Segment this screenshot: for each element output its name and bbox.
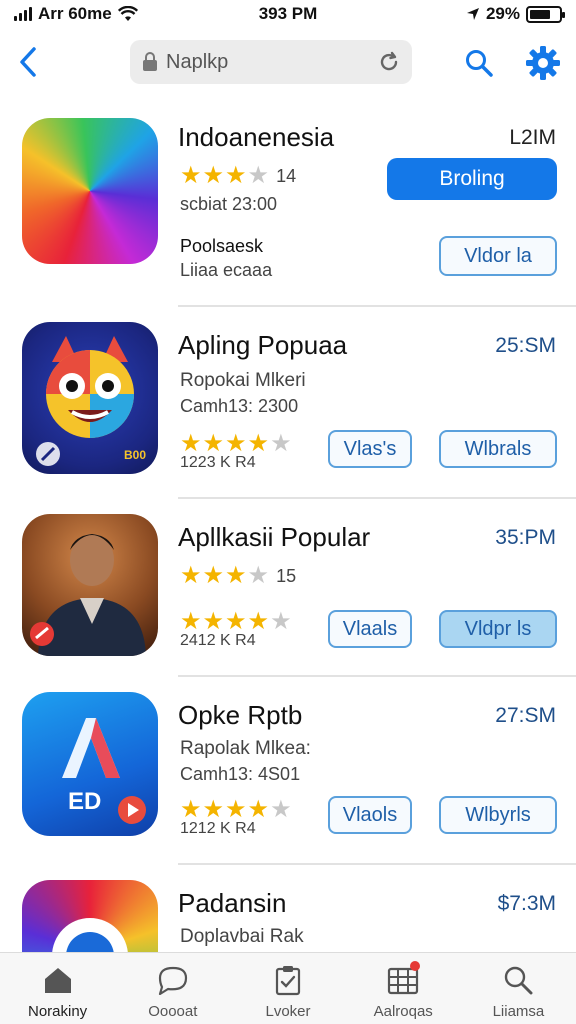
chat-icon xyxy=(158,966,187,995)
rating-count-secondary: 2412 K R4 xyxy=(180,632,256,649)
tab-label: Lvoker xyxy=(265,1003,311,1020)
app-row-4[interactable]: ED Opke Rptb 27:SM Rapolak Mlkea: Camh13… xyxy=(0,692,576,864)
rating-count: 15 xyxy=(276,565,297,586)
tab-label: Liiamsa xyxy=(492,1003,545,1020)
back-button[interactable] xyxy=(10,44,46,80)
divider xyxy=(178,497,576,499)
divider xyxy=(178,675,576,677)
rating-stars-secondary: ★ ★ ★ ★ ★ xyxy=(180,608,292,635)
get-button[interactable]: Broling xyxy=(387,158,557,200)
battery-percent: 29% xyxy=(485,4,520,23)
app-icon[interactable] xyxy=(22,514,158,656)
home-icon xyxy=(44,968,71,993)
app-name: Opke Rptb xyxy=(178,700,303,730)
app-developer: Ropokai Mlkeri xyxy=(180,370,306,391)
app-row-3[interactable]: Apllkasii Popular 35:PM ★ ★ ★ ★ 15 ★ ★ ★ ★ ★ 24… xyxy=(0,514,576,676)
view-button[interactable]: Vlaals xyxy=(328,610,412,648)
nav-bar xyxy=(0,36,576,90)
rating-count: 1223 K R4 xyxy=(180,454,256,471)
search-input[interactable] xyxy=(166,50,370,74)
app-size: 27:SM xyxy=(495,704,556,727)
app-meta: Camh13: 2300 xyxy=(180,396,299,416)
tab-search[interactable]: Liiamsa xyxy=(461,953,576,1024)
status-bar: Arr 60me 393 PM 29% xyxy=(0,0,576,28)
rating-stars: ★ ★ ★ ★ 14 xyxy=(180,162,297,189)
tab-label: Aalroqas xyxy=(373,1003,433,1020)
details-button[interactable]: Vldpr ls xyxy=(439,610,557,648)
lock-icon xyxy=(143,52,157,71)
rating-count: 1212 K R4 xyxy=(180,820,256,837)
app-name: Padansin xyxy=(178,888,287,918)
app-meta: scbiat 23:00 xyxy=(180,194,278,214)
rating-stars: ★ ★ ★ ★ ★ xyxy=(180,430,292,457)
details-button[interactable]: Wlbyrls xyxy=(439,796,557,834)
app-icon[interactable]: B00 xyxy=(22,322,158,474)
carrier-label: Arr 60me xyxy=(38,4,112,23)
wifi-icon xyxy=(117,6,138,21)
gear-icon xyxy=(526,46,560,80)
ring-logo-icon xyxy=(52,918,128,952)
app-meta: Camh13: 4S01 xyxy=(180,764,301,784)
clock: 393 PM xyxy=(258,4,318,23)
crescent-icon xyxy=(98,154,138,234)
person-portrait-icon xyxy=(30,534,146,656)
app-name: Apling Popuaa xyxy=(178,330,348,360)
app-category: Liiaa ecaaa xyxy=(180,260,273,280)
app-developer: Doplavbai Rak xyxy=(180,926,304,947)
app-icon[interactable] xyxy=(22,880,158,952)
rating-stars: ★ ★ ★ ★ 15 xyxy=(180,562,297,589)
rating-count: 14 xyxy=(276,165,297,186)
rating-stars: ★ ★ ★ ★ ★ xyxy=(180,796,292,823)
app-developer: Rapolak Mlkea: xyxy=(180,738,311,759)
chevron-left-icon xyxy=(20,47,36,77)
view-button[interactable]: Vldor la xyxy=(439,236,557,276)
tab-label: Norakiny xyxy=(28,1003,88,1020)
app-name: Indoanenesia xyxy=(178,122,335,152)
divider xyxy=(178,863,576,865)
app-row-2[interactable]: B00 Apling Popuaa 25:SM Ropokai Mlkeri C… xyxy=(0,322,576,498)
app-size: 35:PM xyxy=(495,526,556,549)
view-button[interactable]: Vlaols xyxy=(328,796,412,834)
app-name: Apllkasii Popular xyxy=(178,522,371,552)
search-icon xyxy=(466,50,493,77)
tab-home[interactable]: Norakiny xyxy=(0,953,115,1024)
tab-label: Ooooat xyxy=(148,1003,198,1020)
search-button[interactable] xyxy=(460,44,498,82)
divider xyxy=(178,305,576,307)
details-button[interactable]: Wlbrals xyxy=(439,430,557,468)
clipboard-icon xyxy=(275,966,301,996)
app-developer: Poolsaesk xyxy=(180,236,264,256)
search-icon xyxy=(505,966,533,995)
app-size: L2IM xyxy=(509,126,556,149)
settings-button[interactable] xyxy=(522,42,564,84)
tab-bar: Norakiny Ooooat Lvoker Aalroqas Liiamsa xyxy=(0,952,576,1024)
tab-tasks[interactable]: Lvoker xyxy=(230,953,345,1024)
app-size: $7:3M xyxy=(497,892,556,915)
app-icon[interactable] xyxy=(22,118,158,264)
signal-icon xyxy=(14,7,32,21)
location-icon xyxy=(466,8,479,20)
app-icon[interactable]: ED xyxy=(22,692,158,836)
view-button[interactable]: Vlas's xyxy=(328,430,412,468)
app-row-1[interactable]: Indoanenesia L2IM ★ ★ ★ ★ 14 scbiat 23:00 P… xyxy=(0,116,576,306)
app-row-5[interactable]: Padansin $7:3M Doplavbai Rak xyxy=(0,880,576,952)
battery-icon xyxy=(526,5,565,23)
search-field[interactable] xyxy=(130,40,412,84)
icon-badge-label: B00 xyxy=(123,448,146,462)
icon-label: ED xyxy=(68,788,102,815)
tab-apps[interactable]: Aalroqas xyxy=(346,953,461,1024)
tab-chat[interactable]: Ooooat xyxy=(115,953,230,1024)
app-size: 25:SM xyxy=(495,334,556,357)
reload-icon[interactable] xyxy=(378,51,400,73)
